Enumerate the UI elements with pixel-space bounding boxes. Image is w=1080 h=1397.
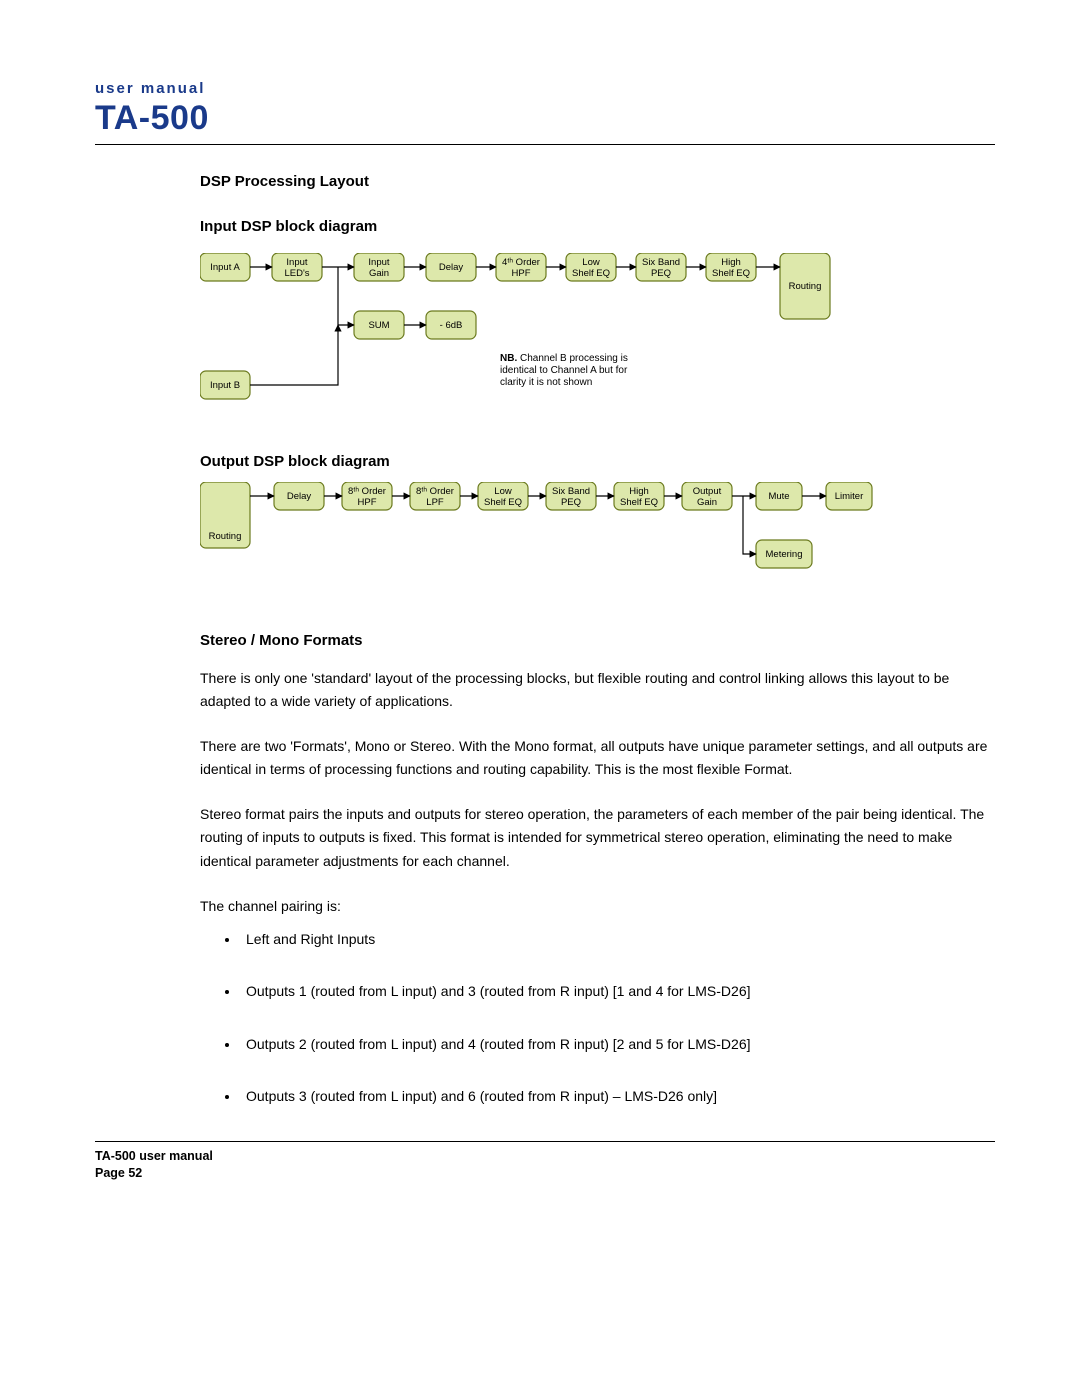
svg-text:Limiter: Limiter (835, 491, 864, 502)
svg-text:Input B: Input B (210, 380, 240, 391)
block-out-peq: Six Band PEQ (546, 482, 596, 510)
list-item: Outputs 1 (routed from L input) and 3 (r… (240, 980, 995, 1002)
block-delay: Delay (426, 253, 476, 281)
svg-text:identical to Channel A but for: identical to Channel A but for (500, 365, 628, 376)
svg-text:Delay: Delay (439, 262, 464, 273)
svg-text:PEQ: PEQ (561, 497, 581, 508)
svg-text:Shelf EQ: Shelf EQ (620, 497, 658, 508)
block-input-b: Input B (200, 371, 250, 399)
block-out-delay: Delay (274, 482, 324, 510)
block-out-lpf: 8ᵗʰ Order LPF (410, 482, 460, 510)
svg-text:Shelf EQ: Shelf EQ (484, 497, 522, 508)
block-low-shelf: Low Shelf EQ (566, 253, 616, 281)
svg-text:8ᵗʰ Order: 8ᵗʰ Order (348, 486, 386, 497)
block-out-gain: Output Gain (682, 482, 732, 510)
svg-text:- 6dB: - 6dB (440, 320, 463, 331)
body-text: There is only one 'standard' layout of t… (200, 667, 995, 1107)
svg-text:Mute: Mute (768, 491, 789, 502)
svg-text:SUM: SUM (368, 320, 389, 331)
svg-text:Low: Low (582, 257, 600, 268)
block-out-mute: Mute (756, 482, 802, 510)
svg-text:High: High (629, 486, 649, 497)
block-peq: Six Band PEQ (636, 253, 686, 281)
footer-doc: TA-500 user manual (95, 1148, 995, 1165)
svg-text:LPF: LPF (426, 497, 444, 508)
heading-output-diagram: Output DSP block diagram (200, 453, 995, 470)
list-item: Outputs 3 (routed from L input) and 6 (r… (240, 1085, 995, 1107)
para-2: There are two 'Formats', Mono or Stereo.… (200, 735, 995, 781)
svg-text:High: High (721, 257, 741, 268)
list-item: Left and Right Inputs (240, 928, 995, 950)
svg-text:Gain: Gain (697, 497, 717, 508)
svg-text:HPF: HPF (358, 497, 377, 508)
block-sum: SUM (354, 311, 404, 339)
block-high-shelf: High Shelf EQ (706, 253, 756, 281)
block-routing: Routing (780, 253, 830, 319)
block-input-leds: Input LED's (272, 253, 322, 281)
svg-text:Gain: Gain (369, 268, 389, 279)
svg-text:Shelf EQ: Shelf EQ (572, 268, 610, 279)
doc-title: TA-500 (95, 99, 995, 138)
svg-text:clarity it is not shown: clarity it is not shown (500, 377, 592, 388)
block-hpf: 4ᵗʰ Order HPF (496, 253, 546, 281)
svg-text:NB. Channel B processing is: NB. Channel B processing is (500, 353, 628, 364)
svg-text:Shelf EQ: Shelf EQ (712, 268, 750, 279)
svg-text:Input A: Input A (210, 262, 240, 273)
svg-text:Output: Output (693, 486, 722, 497)
svg-text:8ᵗʰ Order: 8ᵗʰ Order (416, 486, 454, 497)
block-out-high: High Shelf EQ (614, 482, 664, 510)
block-input-gain: Input Gain (354, 253, 404, 281)
para-4: The channel pairing is: (200, 895, 995, 918)
heading-formats: Stereo / Mono Formats (200, 632, 995, 649)
svg-text:Metering: Metering (766, 549, 803, 560)
input-diagram: Input A Input LED's Input Gain Delay 4ᵗʰ… (200, 253, 995, 423)
bullet-list: Left and Right Inputs Outputs 1 (routed … (240, 928, 995, 1108)
block-input-a: Input A (200, 253, 250, 281)
svg-text:Routing: Routing (789, 281, 822, 292)
header-rule (95, 144, 995, 145)
svg-text:Low: Low (494, 486, 512, 497)
para-1: There is only one 'standard' layout of t… (200, 667, 995, 713)
svg-text:Routing: Routing (209, 531, 242, 542)
svg-text:LED's: LED's (284, 268, 309, 279)
block-out-routing: Routing (200, 482, 250, 548)
block-minus6: - 6dB (426, 311, 476, 339)
svg-text:Six Band: Six Band (552, 486, 590, 497)
svg-text:Six Band: Six Band (642, 257, 680, 268)
block-out-metering: Metering (756, 540, 812, 568)
section-heading-dsp: DSP Processing Layout (200, 173, 995, 190)
footer-rule (95, 1141, 995, 1142)
heading-input-diagram: Input DSP block diagram (200, 218, 995, 235)
output-diagram: Routing Delay 8ᵗʰ Order HPF 8ᵗʰ Order LP… (200, 482, 995, 602)
svg-text:Input: Input (368, 257, 389, 268)
svg-text:4ᵗʰ Order: 4ᵗʰ Order (502, 257, 540, 268)
doc-subtitle: user manual (95, 80, 995, 97)
block-out-hpf: 8ᵗʰ Order HPF (342, 482, 392, 510)
svg-text:Delay: Delay (287, 491, 312, 502)
block-out-low: Low Shelf EQ (478, 482, 528, 510)
svg-text:PEQ: PEQ (651, 268, 671, 279)
block-out-limiter: Limiter (826, 482, 872, 510)
list-item: Outputs 2 (routed from L input) and 4 (r… (240, 1033, 995, 1055)
footer-page: Page 52 (95, 1165, 995, 1182)
para-3: Stereo format pairs the inputs and outpu… (200, 803, 995, 872)
svg-text:HPF: HPF (512, 268, 531, 279)
svg-text:Input: Input (286, 257, 307, 268)
